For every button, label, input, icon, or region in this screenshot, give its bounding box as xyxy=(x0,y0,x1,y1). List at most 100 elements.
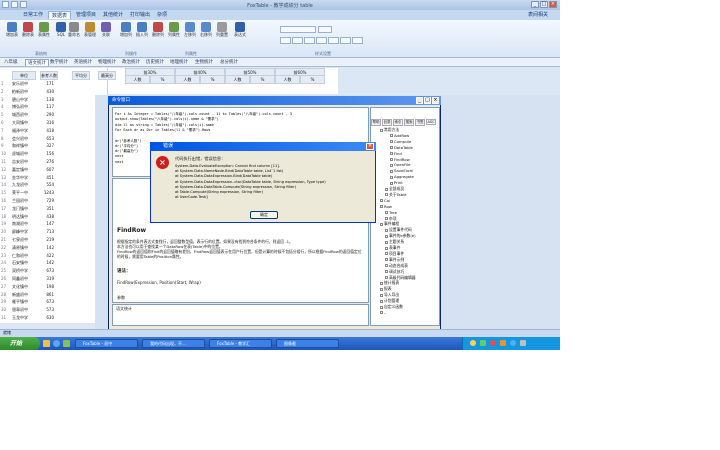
menu-print-output[interactable]: 打印输出 xyxy=(127,11,153,19)
italic-button[interactable] xyxy=(292,37,303,44)
menu-manage-project[interactable]: 管理项目 xyxy=(73,11,99,19)
quicklaunch-folder-icon[interactable] xyxy=(43,340,50,347)
tree-expand-icon[interactable] xyxy=(385,187,388,191)
tree-expand-icon[interactable] xyxy=(385,228,388,232)
help-tree-node[interactable]: Print xyxy=(390,180,403,185)
tray-keyboard-icon[interactable] xyxy=(520,340,526,346)
tree-expand-icon[interactable] xyxy=(385,258,388,262)
menu-misc[interactable]: 杂项 xyxy=(154,11,170,19)
help-tree-tab[interactable]: 帮助 xyxy=(371,119,381,126)
help-tree-node[interactable]: 杂项 xyxy=(385,216,397,221)
help-tree-node[interactable]: 自定义函数 xyxy=(380,304,403,309)
tree-expand-icon[interactable] xyxy=(380,305,383,309)
ribbon-button-15[interactable]: 表达式 xyxy=(232,22,248,43)
tree-expand-icon[interactable] xyxy=(385,211,388,215)
close-button[interactable]: × xyxy=(549,1,557,8)
help-tree-tab[interactable]: ASC xyxy=(426,119,436,125)
ribbon-button-3[interactable]: 表属性 xyxy=(36,22,52,43)
tab-5[interactable]: 物理统计 xyxy=(96,59,118,66)
help-tree-node[interactable]: DataTable xyxy=(390,145,413,150)
tray-im-icon[interactable] xyxy=(510,340,516,346)
grid-header-4[interactable]: 最高分 xyxy=(98,71,116,80)
tab-2[interactable]: 语文统计 xyxy=(25,59,49,66)
underline-button[interactable] xyxy=(304,37,315,44)
tree-expand-icon[interactable] xyxy=(380,128,383,132)
help-tree-node[interactable]: 事件示例 xyxy=(385,257,404,262)
help-tree-node[interactable]: 导入导出 xyxy=(380,292,399,297)
tab-8[interactable]: 地理统计 xyxy=(168,59,190,66)
help-tree-node[interactable]: 报表 xyxy=(380,287,392,291)
ribbon-button-12[interactable]: 左移列 xyxy=(182,22,198,43)
help-tree-node[interactable]: Tree xyxy=(385,210,397,215)
help-tree-tab[interactable]: 搜索 xyxy=(404,119,414,126)
error-ok-button[interactable]: 确定 xyxy=(250,211,278,219)
help-tree-node[interactable]: 事件的e参数(e) xyxy=(385,233,416,238)
ribbon-button-9[interactable]: 插入列 xyxy=(134,22,150,43)
help-tree-node[interactable]: Compute xyxy=(390,139,411,144)
tree-expand-icon[interactable] xyxy=(385,264,388,268)
tree-expand-icon[interactable] xyxy=(380,199,383,203)
tab-9[interactable]: 生物统计 xyxy=(193,59,215,66)
help-tree-node[interactable]: Aggregate xyxy=(390,174,414,179)
help-tree-node[interactable]: Row xyxy=(380,204,392,209)
help-tree-tab[interactable]: 书签 xyxy=(415,119,425,126)
menu-daily-work[interactable]: 日常工作 xyxy=(20,11,46,19)
ribbon-button-7[interactable]: 关联 xyxy=(98,22,114,43)
tab-6[interactable]: 政治统计 xyxy=(120,59,142,66)
help-tree-node[interactable]: FindRow xyxy=(390,157,410,162)
ribbon-button-13[interactable]: 右移列 xyxy=(198,22,214,43)
app-logo-icon[interactable] xyxy=(2,1,9,8)
ribbon-button-6[interactable]: 表管理 xyxy=(82,22,98,43)
ribbon-button-1[interactable]: 增加表 xyxy=(4,22,20,43)
tree-expand-icon[interactable] xyxy=(385,252,388,256)
menu-data-table[interactable]: 数据表 xyxy=(48,11,72,19)
tree-expand-icon[interactable] xyxy=(380,293,383,297)
tree-expand-icon[interactable] xyxy=(390,152,393,156)
help-tree-node[interactable]: 高级代码编辑器 xyxy=(385,275,416,280)
tab-10[interactable]: 总分统计 xyxy=(218,59,240,66)
help-tree-node[interactable]: 动态合成表 xyxy=(385,263,408,268)
taskbar-item[interactable]: FoxTable - 初中 xyxy=(75,339,138,348)
ribbon-button-11[interactable]: 列属性 xyxy=(166,22,182,43)
ribbon-button-5[interactable]: 重命名 xyxy=(66,22,82,43)
tree-expand-icon[interactable] xyxy=(380,222,383,226)
ribbon-button-14[interactable]: 列重置 xyxy=(214,22,230,43)
tree-expand-icon[interactable] xyxy=(380,281,383,285)
tree-expand-icon[interactable] xyxy=(385,193,388,197)
help-tree-node[interactable]: AddRow xyxy=(390,133,409,138)
tree-expand-icon[interactable] xyxy=(385,234,388,238)
tree-expand-icon[interactable] xyxy=(390,134,393,138)
tree-expand-icon[interactable] xyxy=(380,311,383,315)
quicklaunch-desktop-icon[interactable] xyxy=(63,340,70,347)
tree-expand-icon[interactable] xyxy=(380,205,383,209)
tree-expand-icon[interactable] xyxy=(390,175,393,179)
maximize-button[interactable]: □ xyxy=(540,1,548,8)
help-tree-node[interactable]: 调试技巧 xyxy=(385,269,404,274)
command-window-close[interactable]: × xyxy=(432,97,439,104)
tree-expand-icon[interactable] xyxy=(380,299,383,303)
tree-expand-icon[interactable] xyxy=(385,240,388,244)
tab-4[interactable]: 英语统计 xyxy=(72,59,94,66)
tray-security-icon[interactable] xyxy=(490,340,496,346)
error-dialog-close-button[interactable]: × xyxy=(366,143,374,150)
ribbon-button-10[interactable]: 删除列 xyxy=(150,22,166,43)
tree-expand-icon[interactable] xyxy=(385,246,388,250)
tree-expand-icon[interactable] xyxy=(390,163,393,167)
tab-1[interactable]: 八年级 xyxy=(2,59,20,66)
tray-network-icon[interactable] xyxy=(480,340,486,346)
tab-3[interactable]: 数学统计 xyxy=(48,59,70,66)
help-tree-node[interactable]: .. xyxy=(380,310,386,315)
help-tree-node[interactable]: OpenFile xyxy=(390,163,411,167)
tab-7[interactable]: 历史统计 xyxy=(144,59,166,66)
tree-expand-icon[interactable] xyxy=(385,217,388,220)
menu-other-stats[interactable]: 其他统计 xyxy=(100,11,126,19)
help-tree-node[interactable]: SaveExcel xyxy=(390,169,413,173)
bold-button[interactable] xyxy=(280,37,291,44)
tray-app-icon[interactable] xyxy=(500,340,506,346)
tree-expand-icon[interactable] xyxy=(390,146,393,150)
help-tree-node[interactable]: 计划管理 xyxy=(380,298,399,303)
taskbar-item[interactable]: FoxTable - 教学汇 xyxy=(209,339,272,348)
help-tree-tab[interactable]: 目录 xyxy=(382,119,392,126)
grid-header-2[interactable]: 参考人数 xyxy=(40,71,58,80)
border-button[interactable] xyxy=(352,37,363,44)
